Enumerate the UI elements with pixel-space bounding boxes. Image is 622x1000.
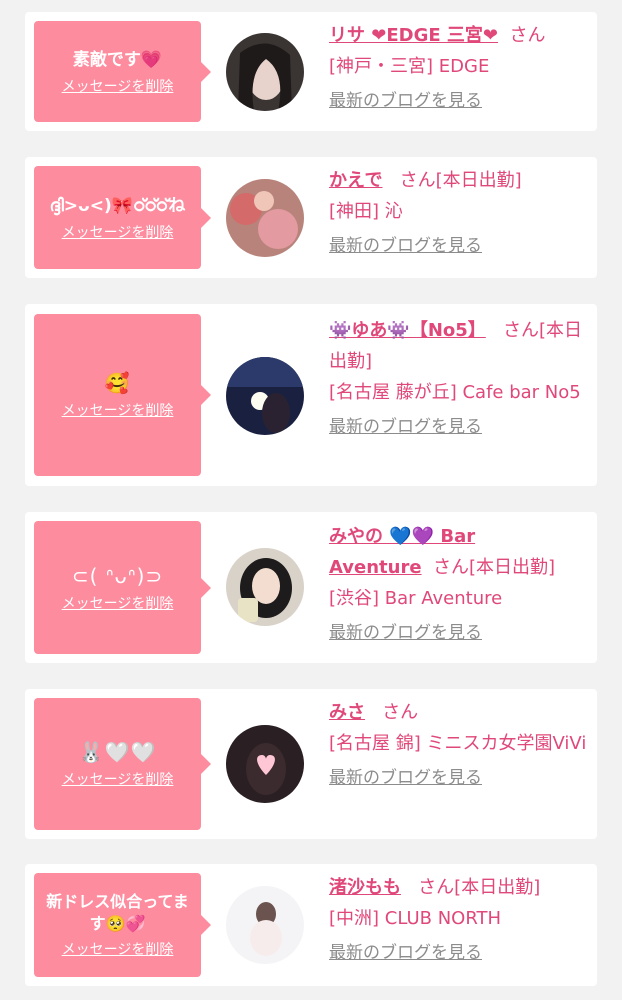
message-text: ⊂( ᐢᴗᐢ)⊃ xyxy=(71,563,164,588)
cast-info: かえで さん[本日出勤] [神田] 沁 最新のブログを見る xyxy=(329,165,589,262)
shop-label: [渋谷] Bar Aventure xyxy=(329,588,503,609)
avatar[interactable] xyxy=(226,886,304,964)
delete-message-link[interactable]: メッセージを削除 xyxy=(62,593,174,613)
attendance-status: [本日出勤] xyxy=(435,170,522,191)
delete-message-link[interactable]: メッセージを削除 xyxy=(62,400,174,420)
message-text: 🐰🤍🤍 xyxy=(78,740,157,764)
avatar[interactable] xyxy=(226,548,304,626)
shop-label: [名古屋 錦] ミニスカ女学園ViVi xyxy=(329,733,587,754)
cast-name-link[interactable]: 渚沙もも xyxy=(329,877,401,898)
cast-name-link[interactable]: みさ xyxy=(329,702,365,723)
message-card: 新ドレス似合ってます🥺💞 メッセージを削除 渚沙もも さん[本日出勤] [中洲]… xyxy=(25,864,597,986)
latest-blog-link[interactable]: 最新のブログを見る xyxy=(329,231,482,262)
san-suffix: さん xyxy=(399,170,436,191)
avatar[interactable] xyxy=(226,725,304,803)
message-bubble: ദ്ദി>ᴗ<)🎀ഠ്ഠ്ഠ്ね メッセージを削除 xyxy=(34,166,211,269)
attendance-status: [本日出勤] xyxy=(469,557,556,578)
cast-name-link[interactable]: 👾ゆあ👾【No5】 xyxy=(329,320,486,341)
latest-blog-link[interactable]: 最新のブログを見る xyxy=(329,412,482,443)
message-text: 新ドレス似合ってます🥺💞 xyxy=(46,892,189,933)
latest-blog-link[interactable]: 最新のブログを見る xyxy=(329,938,482,969)
avatar[interactable] xyxy=(226,179,304,257)
message-bubble: 新ドレス似合ってます🥺💞 メッセージを削除 xyxy=(34,873,211,977)
message-card: ⊂( ᐢᴗᐢ)⊃ メッセージを削除 みやの 💙💜 Bar Aventure さん… xyxy=(25,512,597,663)
cast-info: リサ ❤EDGE 三宮❤ さん [神戸・三宮] EDGE 最新のブログを見る xyxy=(329,20,589,117)
san-suffix: さん xyxy=(382,702,419,723)
message-card: 🥰 メッセージを削除 👾ゆあ👾【No5】 さん[本日出勤] [名古屋 藤が丘] … xyxy=(25,304,597,486)
message-bubble: 🥰 メッセージを削除 xyxy=(34,314,211,476)
san-suffix: さん xyxy=(433,557,470,578)
message-card: ദ്ദി>ᴗ<)🎀ഠ്ഠ്ഠ്ね メッセージを削除 かえで さん[本日出勤] [… xyxy=(25,157,597,278)
latest-blog-link[interactable]: 最新のブログを見る xyxy=(329,618,482,649)
cast-info: 渚沙もも さん[本日出勤] [中洲] CLUB NORTH 最新のブログを見る xyxy=(329,872,589,969)
message-bubble: ⊂( ᐢᴗᐢ)⊃ メッセージを削除 xyxy=(34,521,211,654)
avatar[interactable] xyxy=(226,33,304,111)
cast-name-link[interactable]: かえで xyxy=(329,170,382,191)
message-card: 素敵です💗 メッセージを削除 リサ ❤EDGE 三宮❤ さん [神戸・三宮] E… xyxy=(25,12,597,131)
delete-message-link[interactable]: メッセージを削除 xyxy=(62,76,174,96)
latest-blog-link[interactable]: 最新のブログを見る xyxy=(329,86,482,117)
san-suffix: さん xyxy=(502,320,539,341)
san-suffix: さん xyxy=(509,25,546,46)
avatar[interactable] xyxy=(226,357,304,435)
delete-message-link[interactable]: メッセージを削除 xyxy=(62,939,174,959)
san-suffix: さん xyxy=(418,877,455,898)
message-text: 🥰 xyxy=(104,371,131,395)
message-bubble: 素敵です💗 メッセージを削除 xyxy=(34,21,211,122)
cast-info: 👾ゆあ👾【No5】 さん[本日出勤] [名古屋 藤が丘] Cafe bar No… xyxy=(329,315,589,443)
shop-label: [神戸・三宮] EDGE xyxy=(329,56,490,77)
cast-name-link[interactable]: リサ ❤EDGE 三宮❤ xyxy=(329,25,498,46)
latest-blog-link[interactable]: 最新のブログを見る xyxy=(329,763,482,794)
cast-info: みさ さん [名古屋 錦] ミニスカ女学園ViVi 最新のブログを見る xyxy=(329,697,589,794)
message-card: 🐰🤍🤍 メッセージを削除 みさ さん [名古屋 錦] ミニスカ女学園ViVi 最… xyxy=(25,689,597,839)
message-text: ദ്ദി>ᴗ<)🎀ഠ്ഠ്ഠ്ね xyxy=(49,195,186,216)
message-text: 素敵です💗 xyxy=(72,49,163,70)
shop-label: [神田] 沁 xyxy=(329,201,403,222)
delete-message-link[interactable]: メッセージを削除 xyxy=(62,222,174,242)
shop-label: [中洲] CLUB NORTH xyxy=(329,908,502,929)
shop-label: [名古屋 藤が丘] Cafe bar No5 xyxy=(329,382,581,403)
attendance-status: [本日出勤] xyxy=(454,877,541,898)
message-list: 素敵です💗 メッセージを削除 リサ ❤EDGE 三宮❤ さん [神戸・三宮] E… xyxy=(0,0,622,1000)
message-bubble: 🐰🤍🤍 メッセージを削除 xyxy=(34,698,211,830)
cast-info: みやの 💙💜 Bar Aventure さん[本日出勤] [渋谷] Bar Av… xyxy=(329,521,589,649)
delete-message-link[interactable]: メッセージを削除 xyxy=(62,769,174,789)
